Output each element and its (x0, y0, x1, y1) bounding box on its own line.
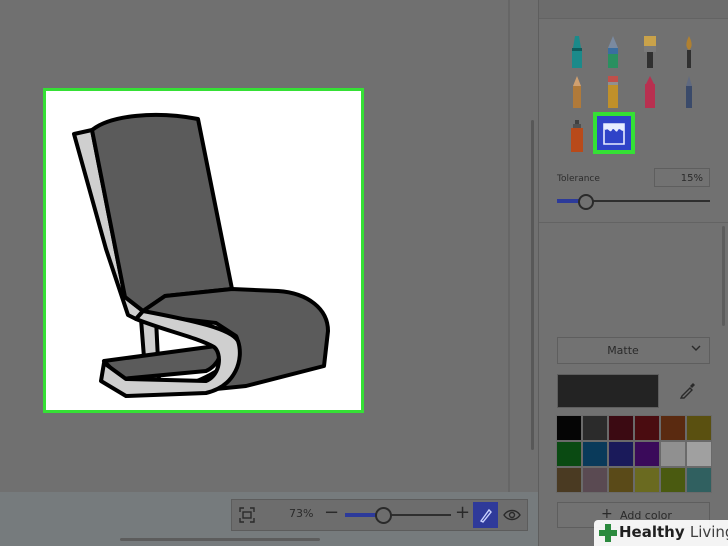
panel-header (539, 0, 728, 19)
palette-swatch[interactable] (660, 467, 686, 493)
spray-can-icon[interactable] (565, 118, 589, 154)
palette-swatch[interactable] (556, 467, 582, 493)
tolerance-slider-fill (557, 199, 580, 203)
workspace-horizontal-scrollbar[interactable] (120, 538, 320, 541)
palette-swatch[interactable] (608, 441, 634, 467)
pen-mode-button[interactable] (473, 502, 498, 528)
palette-swatch[interactable] (634, 415, 660, 441)
zoom-level: 73% (289, 507, 314, 520)
workspace-vertical-scrollbar[interactable] (531, 120, 534, 450)
palette-swatch[interactable] (556, 415, 582, 441)
watercolor-brush-icon[interactable] (677, 34, 701, 70)
current-color-swatch[interactable] (557, 374, 659, 408)
canvas-workspace: 73% − + (0, 0, 538, 546)
fill-bucket-brush[interactable] (593, 112, 635, 154)
palette-swatch[interactable] (608, 467, 634, 493)
workspace-divider (508, 0, 510, 492)
palette-swatch[interactable] (686, 441, 712, 467)
palette-swatch[interactable] (582, 467, 608, 493)
crayon-icon[interactable] (638, 74, 662, 110)
chair-drawing (72, 112, 330, 398)
tolerance-label: Tolerance (557, 174, 600, 184)
marker-icon[interactable] (565, 34, 589, 70)
zoom-out-button[interactable]: − (324, 502, 339, 523)
chevron-down-icon (691, 345, 701, 351)
brushes-panel: Tolerance 15% Matte + Add color (538, 0, 728, 546)
palette-swatch[interactable] (660, 441, 686, 467)
material-dropdown[interactable]: Matte (557, 337, 710, 364)
zoom-in-button[interactable]: + (455, 502, 470, 523)
fit-to-screen-icon[interactable] (238, 506, 256, 524)
palette-swatch[interactable] (686, 467, 712, 493)
drawing-canvas[interactable] (43, 88, 364, 413)
eraser-pencil-icon[interactable] (601, 74, 625, 110)
medical-cross-icon (599, 524, 617, 542)
palette-swatch[interactable] (686, 415, 712, 441)
eye-icon[interactable] (502, 506, 522, 524)
palette-swatch[interactable] (556, 441, 582, 467)
tolerance-slider-thumb[interactable] (578, 194, 594, 210)
oil-brush-icon[interactable] (638, 34, 662, 70)
palette-swatch[interactable] (634, 441, 660, 467)
panel-divider (539, 222, 728, 223)
palette-swatch[interactable] (660, 415, 686, 441)
zoom-slider[interactable] (345, 513, 451, 517)
zoom-slider-thumb[interactable] (375, 507, 392, 524)
watermark-logo: Healthy Living (594, 520, 728, 546)
pen-icon (479, 508, 492, 523)
calligraphy-pen-icon[interactable] (601, 34, 625, 70)
eyedropper-icon[interactable] (678, 380, 698, 400)
tolerance-input[interactable]: 15% (654, 168, 710, 187)
palette-swatch[interactable] (634, 467, 660, 493)
palette-swatch[interactable] (582, 441, 608, 467)
watermark-text: Healthy Living (619, 523, 728, 541)
pixel-pencil-icon[interactable] (565, 74, 589, 110)
panel-scrollbar[interactable] (722, 226, 725, 326)
color-palette (556, 415, 712, 493)
palette-swatch[interactable] (582, 415, 608, 441)
zoom-toolbar: 73% − + (231, 499, 528, 531)
pencil-icon[interactable] (677, 74, 701, 110)
fill-bucket-icon (603, 123, 625, 145)
material-selected: Matte (607, 344, 639, 357)
palette-swatch[interactable] (608, 415, 634, 441)
